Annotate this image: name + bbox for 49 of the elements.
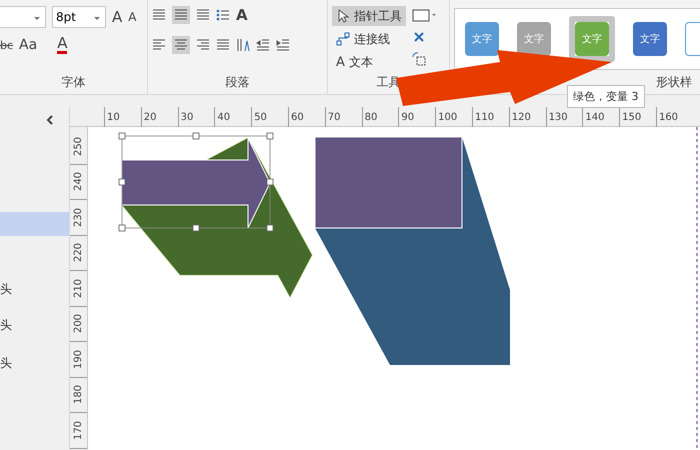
align-bottom-icon[interactable] <box>196 8 210 22</box>
rectangle-icon[interactable] <box>412 8 436 22</box>
panel-item[interactable]: 头 <box>0 306 69 344</box>
text-direction-icon[interactable] <box>236 38 250 52</box>
connector-icon[interactable] <box>336 32 350 46</box>
tool-button[interactable]: 指针工具 <box>332 6 406 26</box>
group-label: 字体 <box>60 74 86 91</box>
grow-font-button[interactable]: A <box>112 10 122 24</box>
ruler-label: 210 <box>73 278 84 298</box>
tool-button[interactable]: 连接线 <box>332 29 406 49</box>
justify-icon[interactable] <box>216 38 230 52</box>
align-left-icon[interactable] <box>152 38 166 52</box>
arrow-shape-drawing[interactable] <box>122 138 312 298</box>
increase-indent-icon[interactable] <box>276 38 290 52</box>
align-middle-icon[interactable] <box>174 8 188 22</box>
ruler-label: 190 <box>73 350 84 369</box>
selection-handles-drawing[interactable] <box>118 132 274 232</box>
shrink-font-button[interactable]: A <box>128 11 136 23</box>
ruler-label: 220 <box>73 243 84 262</box>
font-size-field[interactable]: 8pt <box>52 6 106 28</box>
box-shape-drawing[interactable] <box>314 136 510 365</box>
ruler-label: 250 <box>73 136 84 156</box>
align-top-icon[interactable] <box>152 8 166 22</box>
panel-item[interactable]: 头 <box>0 236 69 306</box>
style-swatch[interactable]: 文字 <box>633 22 667 56</box>
align-right-icon[interactable] <box>196 38 210 52</box>
ruler-label: 240 <box>73 172 84 192</box>
connection-point-icon[interactable] <box>412 52 426 66</box>
tooltip: 绿色，变量 3 <box>567 85 644 108</box>
bullets-icon[interactable] <box>216 8 230 22</box>
group-label: 形状样 <box>655 74 693 91</box>
strikethrough-button[interactable]: bc <box>0 40 14 50</box>
text-tool-icon: A <box>336 56 345 68</box>
ruler-label: 180 <box>73 385 84 404</box>
collapse-chevron-icon[interactable] <box>45 114 55 126</box>
close-icon[interactable] <box>412 30 426 44</box>
tool-button[interactable]: A 文本 <box>332 52 406 72</box>
group-label: 段落 <box>224 74 250 91</box>
pointer-icon[interactable] <box>336 9 350 23</box>
ruler-label: 170 <box>73 420 84 440</box>
decrease-indent-icon[interactable] <box>256 38 270 52</box>
change-case-button[interactable]: Aa <box>19 38 38 52</box>
font-color-button[interactable]: A <box>57 36 68 54</box>
rotate-text-button[interactable]: A <box>236 8 248 22</box>
font-name-field[interactable] <box>0 6 46 28</box>
ruler-label: 200 <box>73 314 84 334</box>
panel-item[interactable]: 头 <box>0 344 69 382</box>
align-center-icon[interactable] <box>174 38 188 52</box>
ruler-label: 230 <box>73 208 84 227</box>
